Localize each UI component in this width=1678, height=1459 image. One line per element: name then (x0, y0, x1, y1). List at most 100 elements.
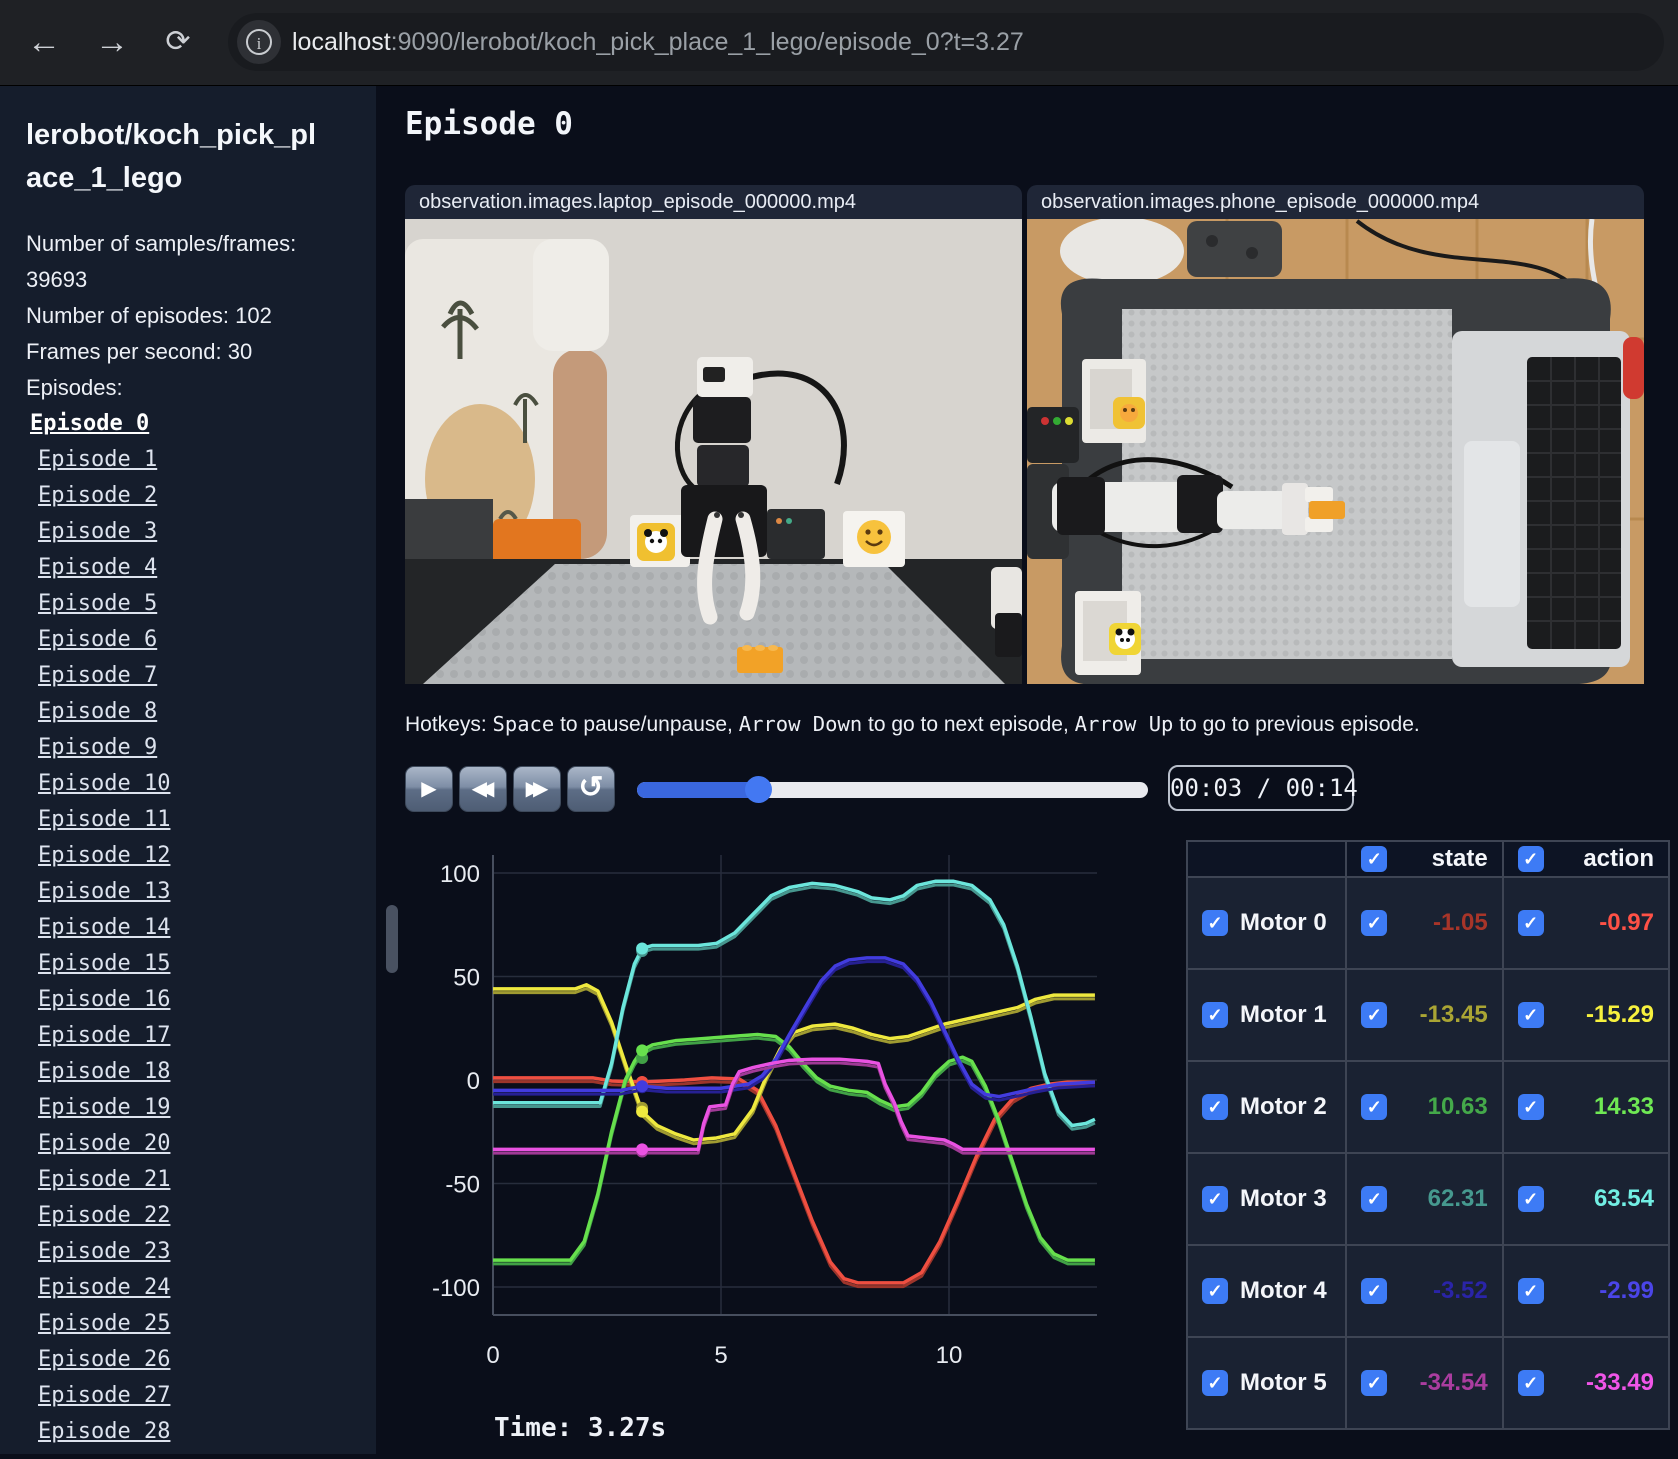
checkbox-checked[interactable]: ✓ (1361, 846, 1388, 872)
motor-label: Motor 2 (1240, 1093, 1327, 1120)
fast-forward-button[interactable]: ▶▶ (513, 766, 561, 812)
action-value: -15.29 (1585, 1001, 1654, 1028)
checkbox-checked[interactable]: ✓ (1517, 910, 1544, 936)
laptop-trackpad (1464, 441, 1520, 607)
motor-label: Motor 0 (1240, 909, 1327, 936)
hotkey-text: to pause/unpause, (554, 713, 739, 736)
state-cell: ✓ -34.54 (1346, 1337, 1503, 1429)
checkbox-checked[interactable]: ✓ (1517, 1370, 1544, 1396)
sidebar-episode-link[interactable]: Episode 25 (38, 1306, 170, 1342)
state-value: -34.54 (1419, 1369, 1488, 1396)
motor-label: Motor 1 (1240, 1001, 1327, 1028)
sidebar-episode-link[interactable]: Episode 16 (38, 982, 170, 1018)
seek-slider-fill (637, 782, 759, 798)
checkbox-checked[interactable]: ✓ (1361, 910, 1388, 936)
checkbox-checked[interactable]: ✓ (1517, 1186, 1544, 1212)
sidebar-episode-link[interactable]: Episode 10 (38, 766, 170, 802)
episode-list: Episode 0 Episode 1 Episode 2 Episode 3 Epis… (30, 406, 170, 1450)
checkbox-checked[interactable]: ✓ (1361, 1094, 1388, 1120)
sidebar-episode-link[interactable]: Episode 26 (38, 1342, 170, 1378)
rewind-button[interactable]: ◀◀ (459, 766, 507, 812)
checkbox-checked[interactable]: ✓ (1361, 1186, 1388, 1212)
url-host: localhost (292, 28, 391, 56)
time-display: 00:03 / 00:14 (1168, 765, 1358, 811)
sidebar-episode-link[interactable]: Episode 3 (38, 514, 170, 550)
checkbox-checked[interactable]: ✓ (1202, 1094, 1228, 1120)
ytick-label: 100 (440, 861, 480, 888)
sidebar-episode-link[interactable]: Episode 22 (38, 1198, 170, 1234)
address-bar[interactable]: i localhost:9090/lerobot/koch_pick_place… (228, 13, 1664, 71)
video-laptop[interactable] (405, 219, 1022, 684)
sidebar-episode-link[interactable]: Episode 0 (30, 406, 170, 442)
meta-episodes: Number of episodes: 102 (26, 303, 272, 328)
ytick-label: -100 (432, 1275, 480, 1302)
hotkey-text: to go to next episode, (862, 713, 1075, 736)
motor-table: ✓ state ✓ action ✓ Motor 0 ✓ -1.05 ✓ -0.97 ✓ Motor … (1186, 840, 1670, 1430)
state-cell: ✓ 62.31 (1346, 1153, 1503, 1245)
checkbox-checked[interactable]: ✓ (1202, 910, 1228, 936)
site-info-icon[interactable]: i (237, 20, 281, 64)
sidebar-episode-link[interactable]: Episode 20 (38, 1126, 170, 1162)
reload-icon[interactable]: ⟳ (154, 18, 202, 66)
action-cell: ✓ -2.99 (1502, 1245, 1669, 1337)
sidebar-episode-link[interactable]: Episode 8 (38, 694, 170, 730)
sidebar-episode-link[interactable]: Episode 19 (38, 1090, 170, 1126)
sidebar-episode-link[interactable]: Episode 5 (38, 586, 170, 622)
checkbox-checked[interactable]: ✓ (1517, 1278, 1544, 1304)
sidebar-episode-link[interactable]: Episode 18 (38, 1054, 170, 1090)
checkbox-checked[interactable]: ✓ (1517, 1094, 1544, 1120)
orange-device (493, 519, 581, 565)
sidebar-episode-link[interactable]: Episode 15 (38, 946, 170, 982)
table-row: ✓ Motor 1 ✓ -13.45 ✓ -15.29 (1187, 969, 1669, 1061)
checkbox-checked[interactable]: ✓ (1361, 1278, 1388, 1304)
sidebar-episode-link[interactable]: Episode 4 (38, 550, 170, 586)
checkbox-checked[interactable]: ✓ (1202, 1002, 1228, 1028)
url-path: :9090/lerobot/koch_pick_place_1_lego/epi… (390, 28, 1024, 56)
checkbox-checked[interactable]: ✓ (1361, 1370, 1388, 1396)
checkbox-checked[interactable]: ✓ (1202, 1370, 1228, 1396)
scrollbar-thumb[interactable] (386, 905, 398, 973)
sidebar-episode-link[interactable]: Episode 21 (38, 1162, 170, 1198)
sidebar-episode-link[interactable]: Episode 23 (38, 1234, 170, 1270)
page-title: Episode 0 (405, 106, 573, 142)
motor-label-cell: ✓ Motor 4 (1187, 1245, 1347, 1337)
video-panel-laptop: observation.images.laptop_episode_000000… (405, 185, 1022, 684)
sidebar-episode-link[interactable]: Episode 28 (38, 1414, 170, 1450)
sidebar-episode-link[interactable]: Episode 2 (38, 478, 170, 514)
play-button[interactable]: ▶ (405, 766, 453, 812)
checkbox-checked[interactable]: ✓ (1202, 1186, 1228, 1212)
hotkey-key: Arrow Up (1074, 712, 1174, 736)
checkbox-checked[interactable]: ✓ (1202, 1278, 1228, 1304)
forward-icon[interactable]: → (88, 18, 136, 66)
sidebar-episode-link[interactable]: Episode 9 (38, 730, 170, 766)
state-value: -13.45 (1419, 1001, 1488, 1028)
sidebar-episode-link[interactable]: Episode 24 (38, 1270, 170, 1306)
storage-box-top (1082, 359, 1146, 443)
checkbox-checked[interactable]: ✓ (1361, 1002, 1388, 1028)
checkbox-checked[interactable]: ✓ (1517, 1002, 1544, 1028)
video-phone[interactable] (1027, 219, 1644, 684)
cursor-marker-action (636, 1143, 649, 1156)
meta-samples: Number of samples/frames: 39693 (26, 231, 297, 292)
header-action: ✓ action (1502, 841, 1669, 877)
sidebar-episode-link[interactable]: Episode 13 (38, 874, 170, 910)
sidebar-episode-link[interactable]: Episode 12 (38, 838, 170, 874)
back-icon[interactable]: ← (20, 18, 68, 66)
seek-slider-thumb[interactable] (745, 776, 773, 803)
sidebar-episode-link[interactable]: Episode 27 (38, 1378, 170, 1414)
checkbox-checked[interactable]: ✓ (1517, 846, 1544, 872)
sidebar-episode-link[interactable]: Episode 14 (38, 910, 170, 946)
sidebar-episode-link[interactable]: Episode 11 (38, 802, 170, 838)
sidebar-episode-link[interactable]: Episode 6 (38, 622, 170, 658)
header-empty-cell (1187, 841, 1347, 877)
sidebar-episode-link[interactable]: Episode 1 (38, 442, 170, 478)
series-action-motor-4 (493, 956, 1096, 1099)
seek-slider[interactable] (637, 776, 1148, 803)
sidebar-episode-link[interactable]: Episode 17 (38, 1018, 170, 1054)
video-title-laptop: observation.images.laptop_episode_000000… (405, 185, 1022, 219)
loop-button[interactable]: ↺ (567, 766, 615, 812)
chart-panel: 100 50 0 -50 -100 0 5 10 Time: 3.27s (400, 845, 1100, 1454)
state-value: 10.63 (1427, 1093, 1488, 1120)
sidebar-episode-link[interactable]: Episode 7 (38, 658, 170, 694)
action-cell: ✓ -15.29 (1502, 969, 1669, 1061)
